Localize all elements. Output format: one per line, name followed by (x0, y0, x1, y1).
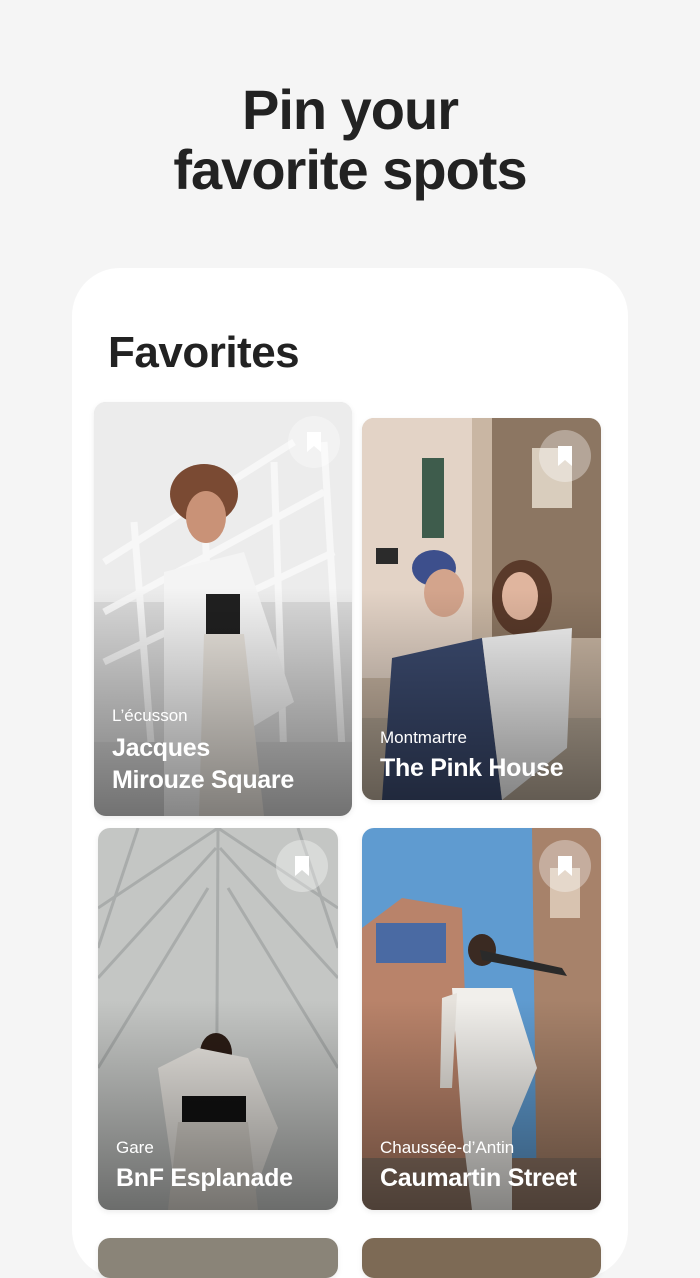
place-card-caumartin-street[interactable]: Chaussée-d’Antin Caumartin Street (362, 828, 601, 1210)
bookmark-button[interactable] (288, 416, 340, 468)
favorites-panel: Favorites L’écusson Jacques Mirouze Squa… (72, 268, 628, 1278)
place-name: BnF Esplanade (116, 1164, 293, 1192)
place-name: The Pink House (380, 754, 564, 782)
place-name: Caumartin Street (380, 1164, 577, 1192)
place-name-line-2: Mirouze Square (112, 766, 294, 794)
headline-line-1: Pin your (241, 78, 459, 141)
place-area: Gare (116, 1138, 154, 1157)
bookmark-icon (558, 856, 572, 876)
place-area: L’écusson (112, 706, 188, 725)
place-area: Montmartre (380, 728, 467, 747)
bookmark-button[interactable] (539, 430, 591, 482)
headline: Pin your favorite spots (0, 80, 700, 200)
place-card-pink-house[interactable]: Montmartre The Pink House (362, 418, 601, 800)
place-card-partial[interactable] (98, 1238, 338, 1278)
bookmark-button[interactable] (276, 840, 328, 892)
place-area: Chaussée-d’Antin (380, 1138, 515, 1157)
bookmark-icon (307, 432, 321, 452)
favorites-title: Favorites (108, 328, 300, 377)
place-name-line-1: Jacques (112, 734, 210, 762)
bookmark-button[interactable] (539, 840, 591, 892)
place-card-jacques-mirouze[interactable]: L’écusson Jacques Mirouze Square (94, 402, 352, 816)
place-card-partial[interactable] (362, 1238, 601, 1278)
headline-line-2: favorite spots (173, 138, 527, 201)
bookmark-icon (295, 856, 309, 876)
bookmark-icon (558, 446, 572, 466)
place-name: Jacques Mirouze Square (112, 732, 294, 796)
place-card-bnf-esplanade[interactable]: Gare BnF Esplanade (98, 828, 338, 1210)
